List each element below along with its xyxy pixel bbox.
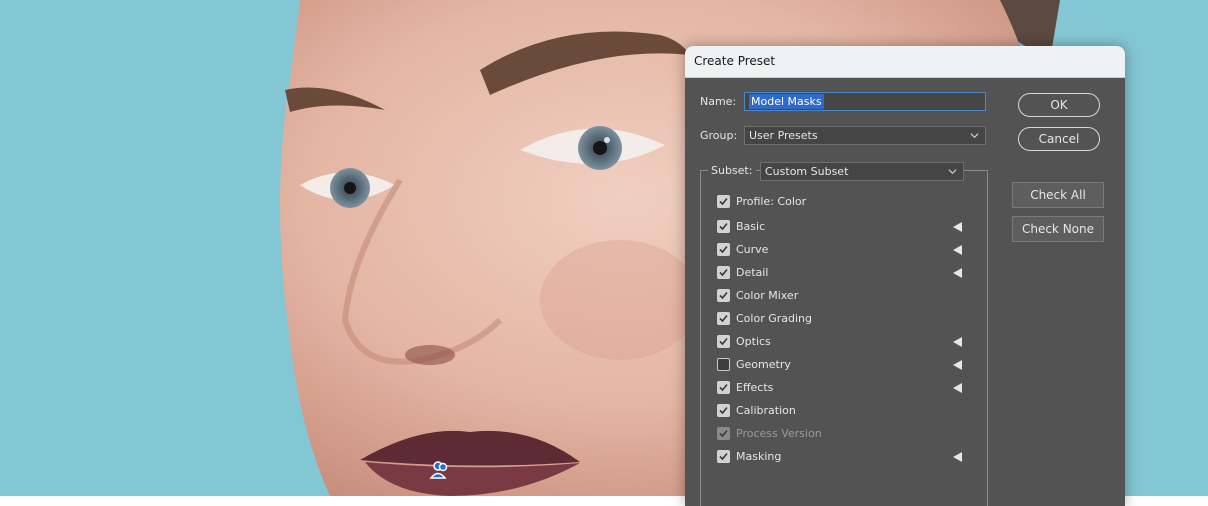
checklist-item[interactable]: Basic <box>717 218 967 236</box>
checkmark-icon <box>719 245 728 254</box>
checkbox[interactable] <box>717 381 730 394</box>
checkbox[interactable] <box>717 195 730 208</box>
checklist-item-label: Masking <box>736 450 782 463</box>
expand-arrow-icon[interactable] <box>953 222 962 232</box>
checkmark-icon <box>719 291 728 300</box>
checkmark-icon <box>719 268 728 277</box>
checkmark-icon <box>719 337 728 346</box>
checkbox[interactable] <box>717 312 730 325</box>
checkmark-icon <box>719 222 728 231</box>
checklist-item[interactable]: Process Version <box>717 425 967 443</box>
checkmark-icon <box>719 314 728 323</box>
checkbox[interactable] <box>717 335 730 348</box>
checklist-item[interactable]: Effects <box>717 379 967 397</box>
checkbox[interactable] <box>717 289 730 302</box>
name-label: Name: <box>700 95 737 108</box>
expand-arrow-icon[interactable] <box>953 452 962 462</box>
checklist-item-label: Curve <box>736 243 769 256</box>
checklist-item[interactable]: Curve <box>717 241 967 259</box>
person-group-icon[interactable] <box>428 458 452 482</box>
checklist-item-label: Process Version <box>736 427 822 440</box>
checklist-item-label: Geometry <box>736 358 791 371</box>
checklist-item[interactable]: Masking <box>717 448 967 466</box>
checkbox[interactable] <box>717 243 730 256</box>
dialog-title: Create Preset <box>685 46 1125 78</box>
subset-label: Subset: <box>708 164 757 177</box>
checklist-item[interactable]: Calibration <box>717 402 967 420</box>
create-preset-dialog: Create Preset Name: Model Masks Group: U… <box>685 46 1125 506</box>
group-select[interactable]: User Presets <box>744 126 986 145</box>
checkbox[interactable] <box>717 404 730 417</box>
checklist-item-label: Calibration <box>736 404 796 417</box>
checklist-item[interactable]: Color Mixer <box>717 287 967 305</box>
ok-button[interactable]: OK <box>1018 93 1100 117</box>
name-input[interactable]: Model Masks <box>744 92 986 111</box>
checklist-item-label: Color Grading <box>736 312 812 325</box>
group-value: User Presets <box>749 129 818 142</box>
checklist-item-label: Detail <box>736 266 769 279</box>
checkmark-icon <box>719 452 728 461</box>
chevron-down-icon <box>970 133 979 139</box>
checkmark-icon <box>719 406 728 415</box>
checklist-item[interactable]: Geometry <box>717 356 967 374</box>
checkbox[interactable] <box>717 220 730 233</box>
checklist-item-label: Optics <box>736 335 771 348</box>
checklist-item-label: Color Mixer <box>736 289 799 302</box>
checklist-item-label: Basic <box>736 220 766 233</box>
checkmark-icon <box>719 197 728 206</box>
checklist-item-label: Profile: Color <box>736 195 807 208</box>
checklist-item[interactable]: Detail <box>717 264 967 282</box>
expand-arrow-icon[interactable] <box>953 268 962 278</box>
group-label: Group: <box>700 129 738 142</box>
expand-arrow-icon[interactable] <box>953 245 962 255</box>
checklist-item-label: Effects <box>736 381 774 394</box>
checkbox[interactable] <box>717 450 730 463</box>
chevron-down-icon <box>948 169 957 175</box>
checkmark-icon <box>719 383 728 392</box>
checkmark-icon <box>719 429 728 438</box>
name-value: Model Masks <box>749 94 824 109</box>
expand-arrow-icon[interactable] <box>953 337 962 347</box>
checklist-item[interactable]: Profile: Color <box>717 193 967 211</box>
expand-arrow-icon[interactable] <box>953 383 962 393</box>
subset-value: Custom Subset <box>765 165 849 178</box>
checkbox[interactable] <box>717 358 730 371</box>
subset-select[interactable]: Custom Subset <box>760 162 964 181</box>
cancel-button[interactable]: Cancel <box>1018 127 1100 151</box>
checkbox[interactable] <box>717 427 730 440</box>
checklist-item[interactable]: Color Grading <box>717 310 967 328</box>
expand-arrow-icon[interactable] <box>953 360 962 370</box>
check-none-button[interactable]: Check None <box>1012 216 1104 242</box>
check-all-button[interactable]: Check All <box>1012 182 1104 208</box>
checkbox[interactable] <box>717 266 730 279</box>
checklist-item[interactable]: Optics <box>717 333 967 351</box>
